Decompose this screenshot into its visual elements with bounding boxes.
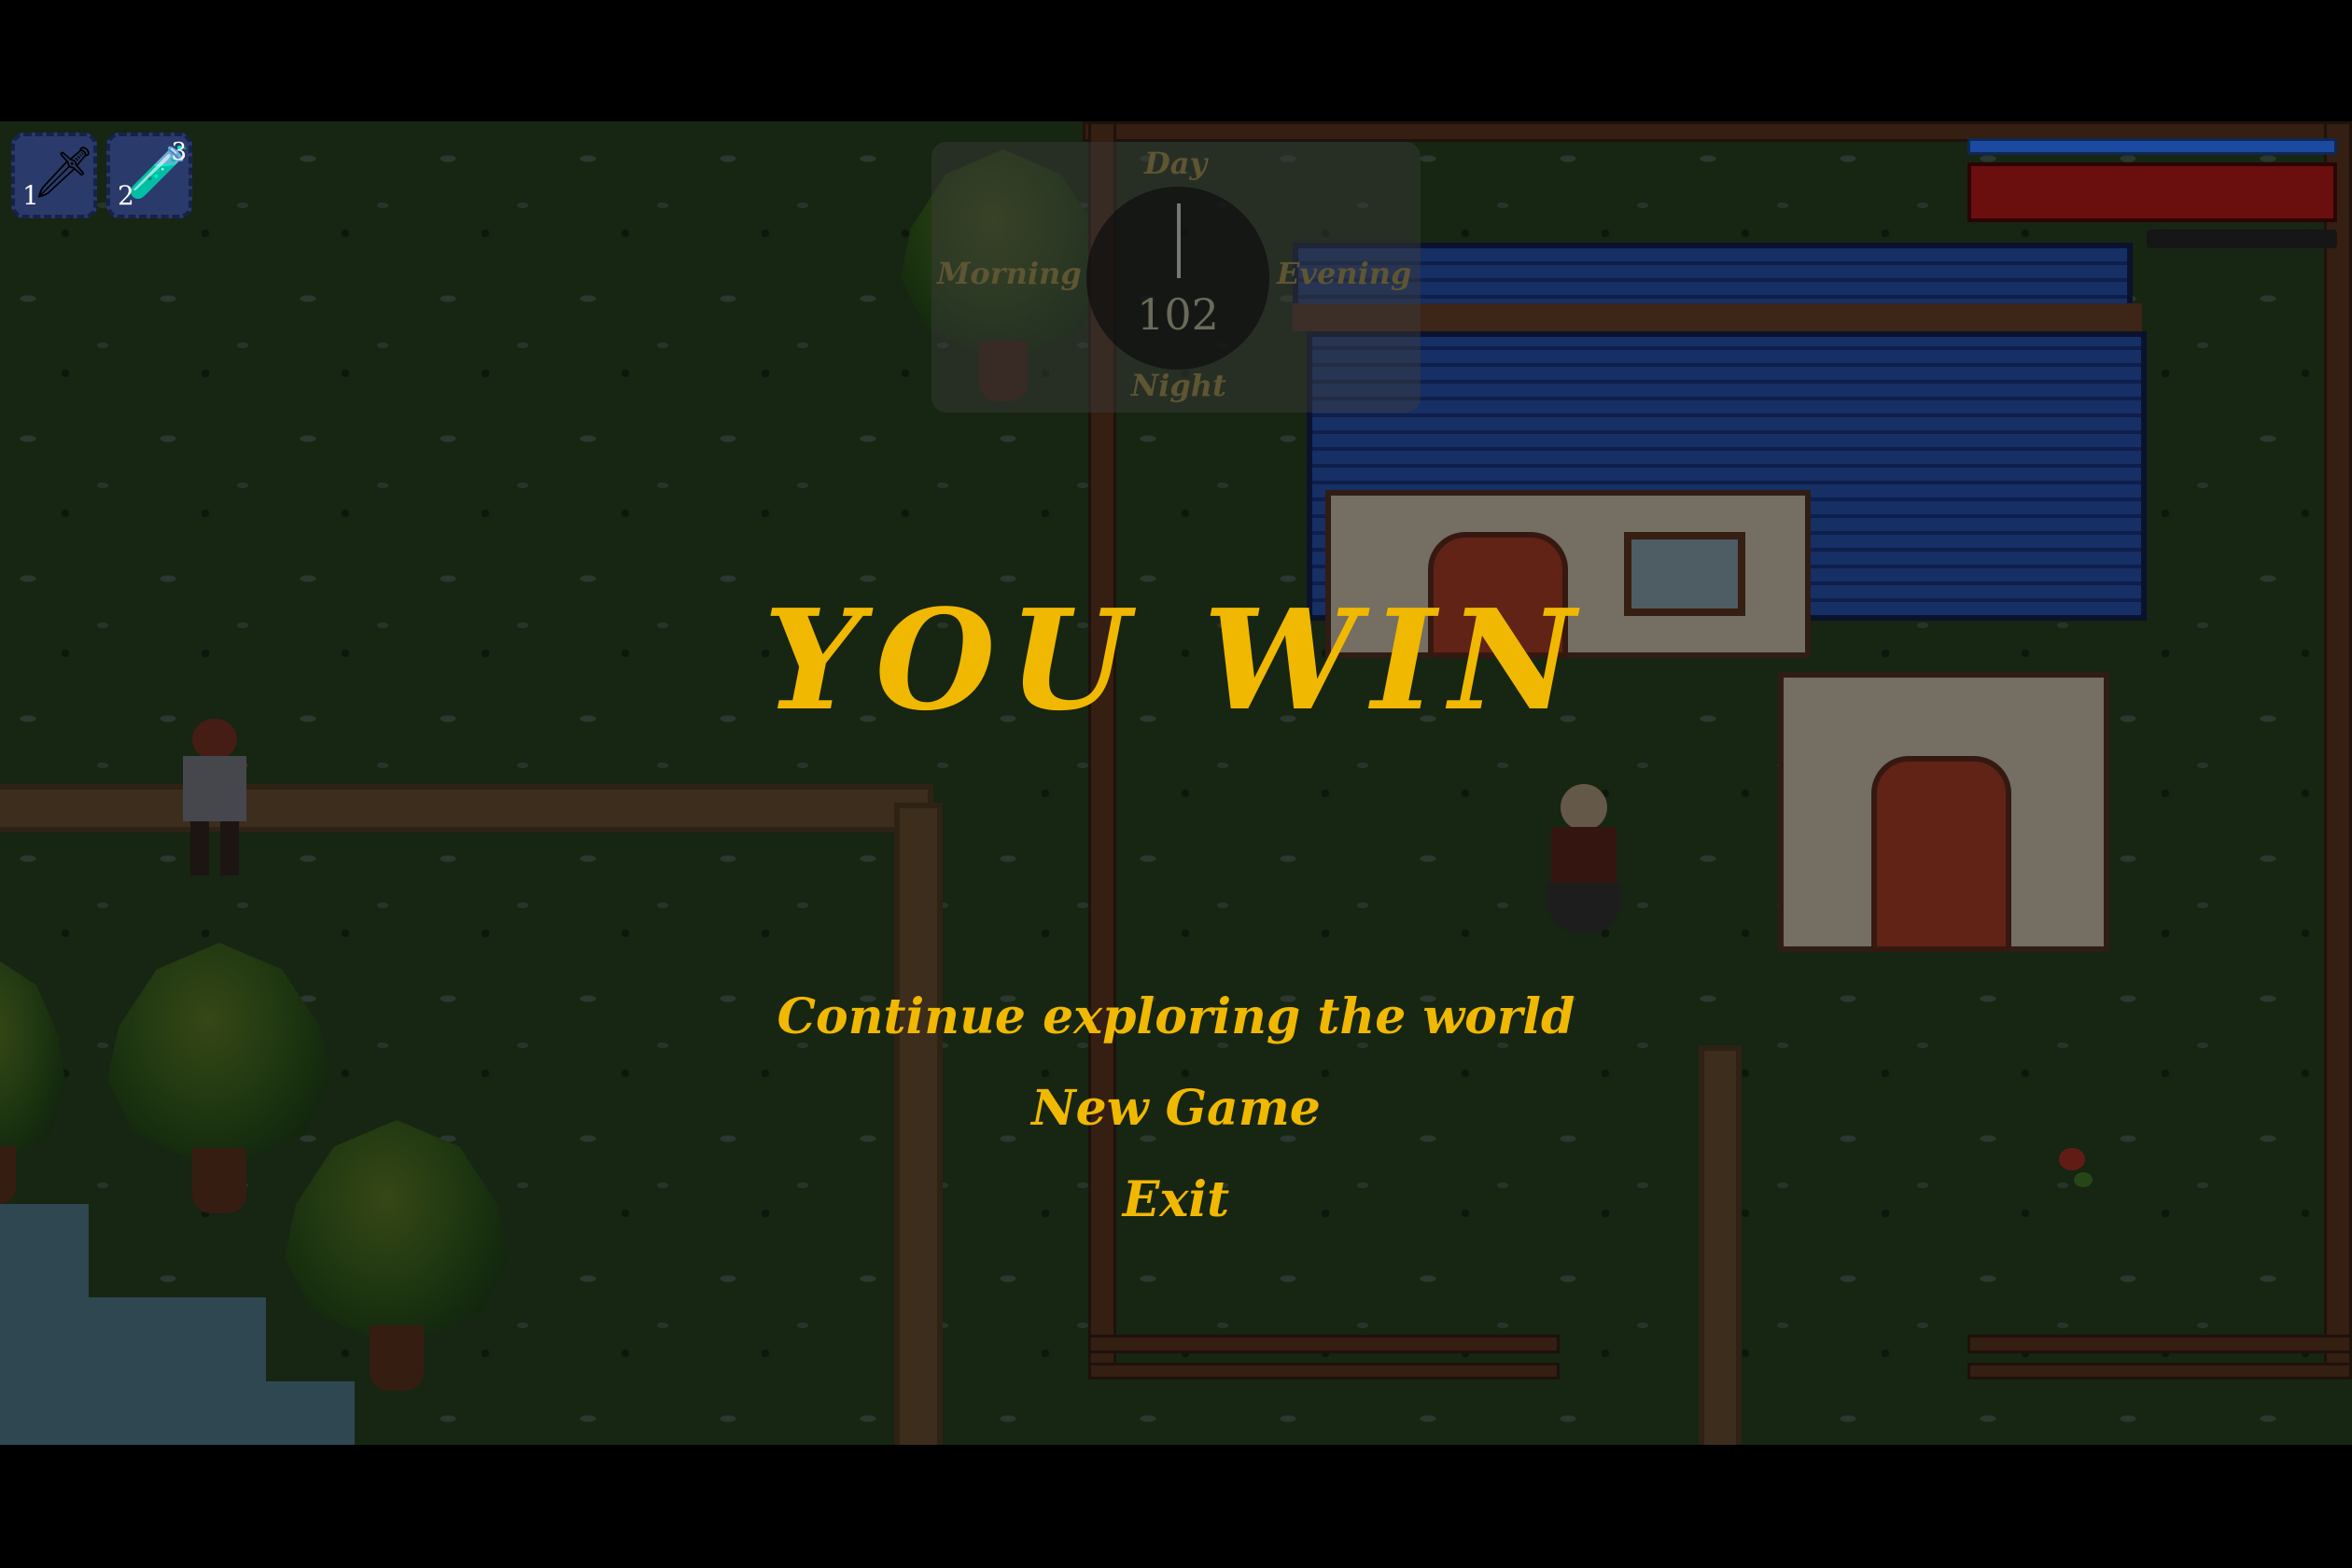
- new-game-button[interactable]: New Game: [0, 1081, 2352, 1137]
- continue-exploring-button[interactable]: Continue exploring the world: [0, 989, 2352, 1045]
- game-viewport[interactable]: 🗡 1 🧪 3 2 Day Morning Evening Night 102 …: [0, 121, 2352, 1445]
- win-title: YOU WIN: [763, 579, 1589, 741]
- win-menu: Continue exploring the world New Game Ex…: [0, 989, 2352, 1264]
- win-screen: YOU WIN Continue exploring the world New…: [0, 121, 2352, 1445]
- exit-button[interactable]: Exit: [0, 1172, 2352, 1228]
